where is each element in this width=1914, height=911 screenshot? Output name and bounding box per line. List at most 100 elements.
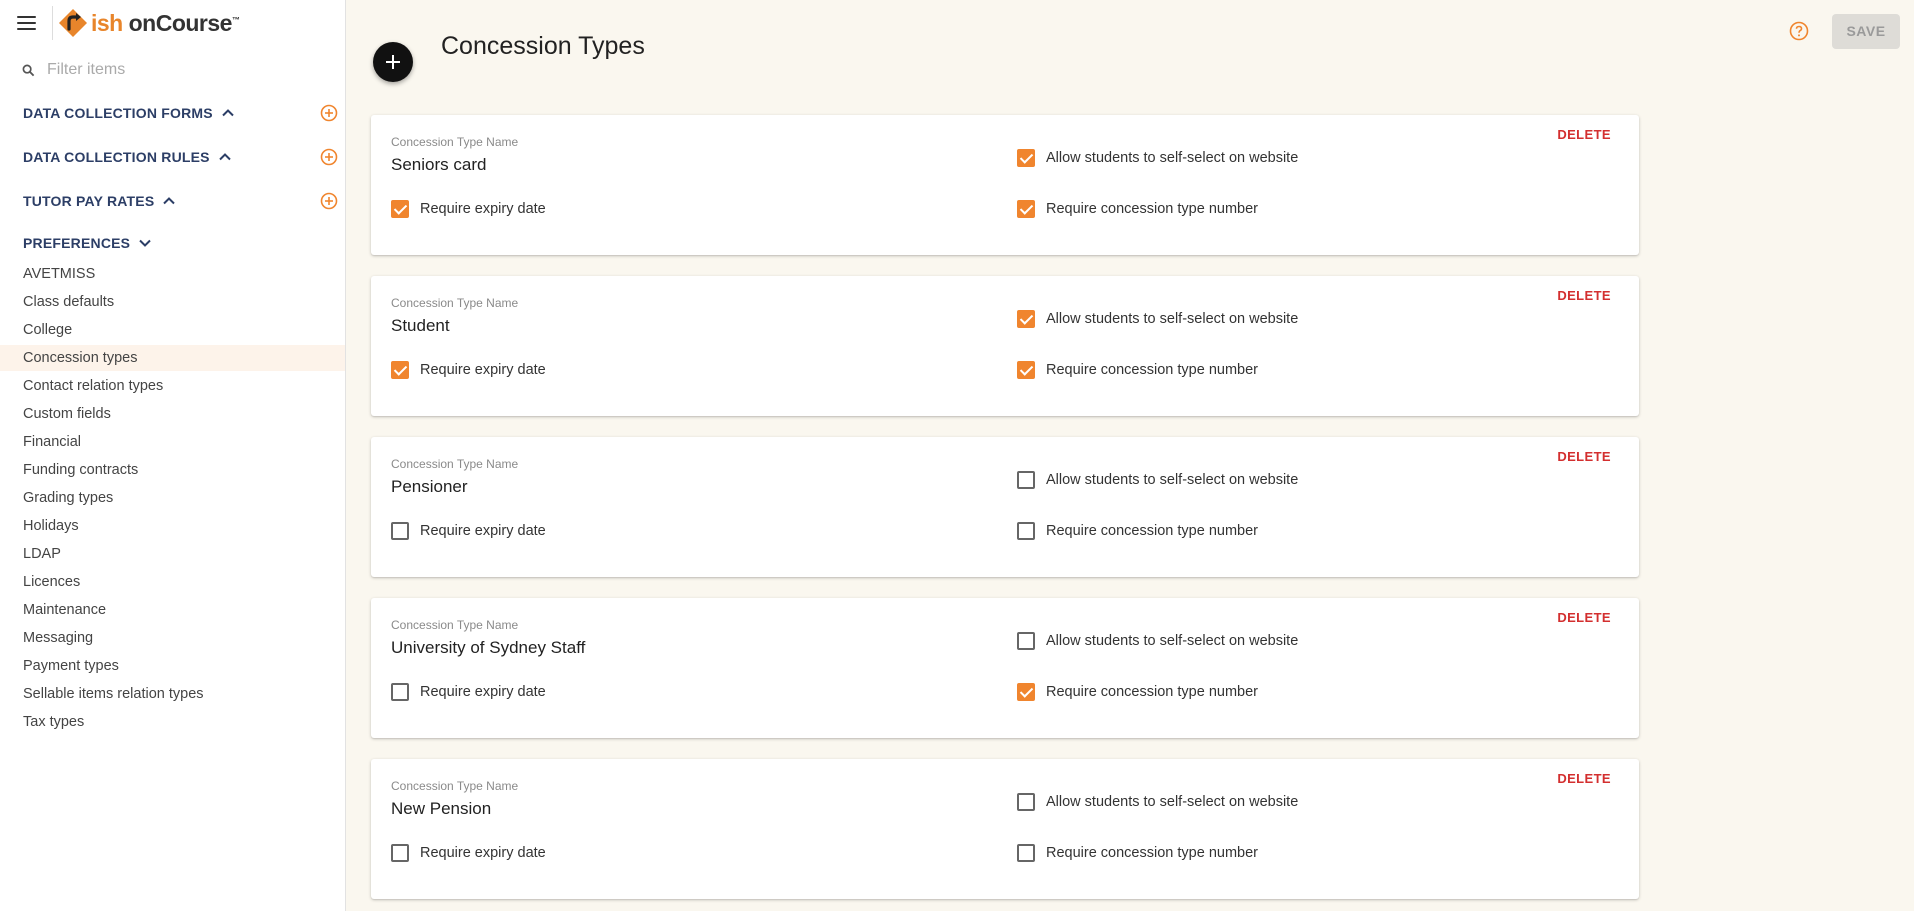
page-title: Concession Types — [441, 32, 645, 60]
add-circle-icon[interactable] — [320, 148, 338, 166]
checkbox-checked-icon[interactable] — [1017, 310, 1035, 328]
checkbox-label: Allow students to self-select on website — [1046, 633, 1299, 649]
sidebar-item-sellable-items-relation-types[interactable]: Sellable items relation types — [0, 681, 345, 707]
delete-button[interactable]: DELETE — [1557, 127, 1611, 142]
sidebar-header: ish onCourse™ — [0, 0, 346, 46]
sidebar-item-holidays[interactable]: Holidays — [0, 513, 345, 539]
group-label: TUTOR PAY RATES — [23, 193, 155, 209]
checkbox-unchecked-icon[interactable] — [1017, 632, 1035, 650]
require-expiry-checkbox[interactable]: Require expiry date — [391, 844, 546, 862]
checkbox-checked-icon[interactable] — [1017, 683, 1035, 701]
add-concession-button[interactable] — [373, 42, 413, 82]
require-expiry-checkbox[interactable]: Require expiry date — [391, 683, 546, 701]
delete-button[interactable]: DELETE — [1557, 610, 1611, 625]
checkbox-label: Require expiry date — [420, 362, 546, 378]
checkbox-unchecked-icon[interactable] — [1017, 844, 1035, 862]
sidebar-item-concession-types[interactable]: Concession types — [0, 345, 345, 371]
chevron-down-icon[interactable] — [138, 236, 152, 250]
chevron-up-icon[interactable] — [218, 150, 232, 164]
group-preferences[interactable]: PREFERENCES — [23, 232, 338, 254]
allow-self-select-checkbox[interactable]: Allow students to self-select on website — [1017, 793, 1298, 811]
sidebar-item-avetmiss[interactable]: AVETMISS — [0, 261, 345, 287]
sidebar-item-contact-relation-types[interactable]: Contact relation types — [0, 373, 345, 399]
search-icon — [22, 64, 35, 76]
group-label: DATA COLLECTION RULES — [23, 149, 210, 165]
checkbox-label: Require concession type number — [1046, 362, 1258, 378]
chevron-up-icon[interactable] — [162, 194, 176, 208]
checkbox-label: Allow students to self-select on website — [1046, 150, 1299, 166]
sidebar-item-maintenance[interactable]: Maintenance — [0, 597, 345, 623]
sidebar-item-grading-types[interactable]: Grading types — [0, 485, 345, 511]
sidebar-item-class-defaults[interactable]: Class defaults — [0, 289, 345, 315]
sidebar-item-licences[interactable]: Licences — [0, 569, 345, 595]
checkbox-label: Require concession type number — [1046, 523, 1258, 539]
sidebar-item-ldap[interactable]: LDAP — [0, 541, 345, 567]
group-data-collection-rules[interactable]: DATA COLLECTION RULES — [23, 146, 338, 168]
app-logo[interactable]: ish onCourse™ — [58, 7, 240, 39]
checkbox-label: Require expiry date — [420, 201, 546, 217]
logo-wordmark: ish onCourse™ — [91, 9, 240, 36]
checkbox-checked-icon[interactable] — [1017, 200, 1035, 218]
filter-input[interactable] — [45, 60, 309, 80]
checkbox-label: Require expiry date — [420, 523, 546, 539]
ish-logo-icon — [59, 9, 87, 37]
checkbox-unchecked-icon[interactable] — [391, 522, 409, 540]
checkbox-unchecked-icon[interactable] — [1017, 471, 1035, 489]
field-label: Concession Type Name — [391, 135, 519, 149]
checkbox-checked-icon[interactable] — [391, 200, 409, 218]
field-label: Concession Type Name — [391, 779, 519, 793]
filter-field[interactable] — [22, 58, 322, 82]
checkbox-label: Allow students to self-select on website — [1046, 472, 1299, 488]
checkbox-checked-icon[interactable] — [1017, 149, 1035, 167]
require-number-checkbox[interactable]: Require concession type number — [1017, 361, 1258, 379]
concession-name-field[interactable]: New Pension — [391, 799, 491, 819]
delete-button[interactable]: DELETE — [1557, 449, 1611, 464]
field-label: Concession Type Name — [391, 296, 519, 310]
sidebar-item-payment-types[interactable]: Payment types — [0, 653, 345, 679]
checkbox-unchecked-icon[interactable] — [1017, 793, 1035, 811]
allow-self-select-checkbox[interactable]: Allow students to self-select on website — [1017, 310, 1298, 328]
header-divider — [52, 6, 53, 40]
sidebar-item-custom-fields[interactable]: Custom fields — [0, 401, 345, 427]
require-expiry-checkbox[interactable]: Require expiry date — [391, 200, 546, 218]
group-data-collection-forms[interactable]: DATA COLLECTION FORMS — [23, 102, 338, 124]
require-number-checkbox[interactable]: Require concession type number — [1017, 683, 1258, 701]
concession-name-field[interactable]: Student — [391, 316, 450, 336]
checkbox-label: Require expiry date — [420, 845, 546, 861]
hamburger-menu-icon[interactable] — [14, 10, 40, 36]
delete-button[interactable]: DELETE — [1557, 288, 1611, 303]
checkbox-label: Require concession type number — [1046, 684, 1258, 700]
group-label: PREFERENCES — [23, 235, 131, 251]
checkbox-unchecked-icon[interactable] — [1017, 522, 1035, 540]
concession-name-field[interactable]: University of Sydney Staff — [391, 638, 585, 658]
require-number-checkbox[interactable]: Require concession type number — [1017, 200, 1258, 218]
help-icon[interactable] — [1789, 21, 1809, 41]
chevron-up-icon[interactable] — [221, 106, 235, 120]
concession-name-field[interactable]: Seniors card — [391, 155, 486, 175]
allow-self-select-checkbox[interactable]: Allow students to self-select on website — [1017, 149, 1298, 167]
allow-self-select-checkbox[interactable]: Allow students to self-select on website — [1017, 632, 1298, 650]
delete-button[interactable]: DELETE — [1557, 771, 1611, 786]
checkbox-checked-icon[interactable] — [1017, 361, 1035, 379]
checkbox-checked-icon[interactable] — [391, 361, 409, 379]
sidebar-item-tax-types[interactable]: Tax types — [0, 709, 345, 735]
add-circle-icon[interactable] — [320, 104, 338, 122]
checkbox-unchecked-icon[interactable] — [391, 683, 409, 701]
group-tutor-pay-rates[interactable]: TUTOR PAY RATES — [23, 190, 338, 212]
concession-name-field[interactable]: Pensioner — [391, 477, 468, 497]
sidebar-item-college[interactable]: College — [0, 317, 345, 343]
sidebar-item-messaging[interactable]: Messaging — [0, 625, 345, 651]
require-expiry-checkbox[interactable]: Require expiry date — [391, 522, 546, 540]
require-number-checkbox[interactable]: Require concession type number — [1017, 522, 1258, 540]
checkbox-unchecked-icon[interactable] — [391, 844, 409, 862]
field-label: Concession Type Name — [391, 618, 519, 632]
save-button[interactable]: SAVE — [1832, 14, 1900, 49]
concession-card: Concession Type Name University of Sydne… — [371, 598, 1639, 738]
require-number-checkbox[interactable]: Require concession type number — [1017, 844, 1258, 862]
add-circle-icon[interactable] — [320, 192, 338, 210]
allow-self-select-checkbox[interactable]: Allow students to self-select on website — [1017, 471, 1298, 489]
require-expiry-checkbox[interactable]: Require expiry date — [391, 361, 546, 379]
field-label: Concession Type Name — [391, 457, 519, 471]
sidebar-item-funding-contracts[interactable]: Funding contracts — [0, 457, 345, 483]
sidebar-item-financial[interactable]: Financial — [0, 429, 345, 455]
